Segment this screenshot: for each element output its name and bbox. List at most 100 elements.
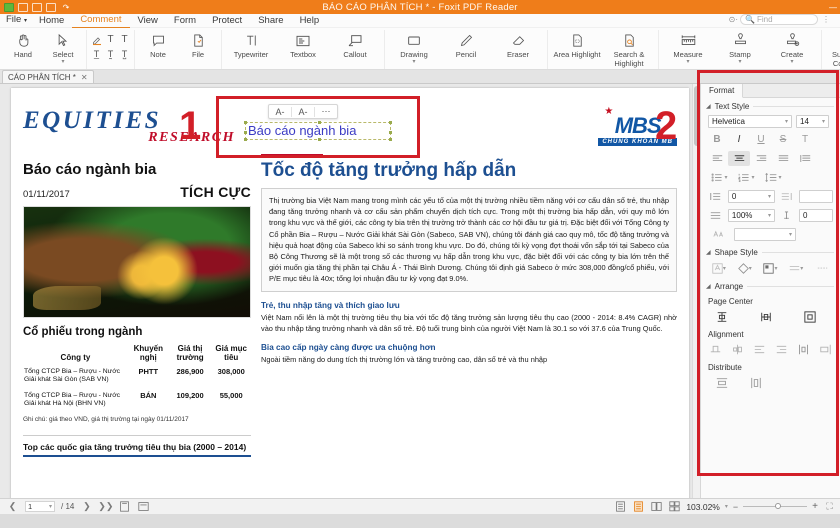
distribute-vertical-icon[interactable] — [711, 375, 733, 390]
border-color-icon[interactable]: ▾ — [732, 261, 758, 276]
italic-icon[interactable]: I — [728, 132, 750, 147]
chevron-right-icon[interactable]: ❯ — [80, 501, 93, 512]
ribbon-button-select[interactable]: Select ▾ — [43, 30, 83, 65]
chevron-down-icon[interactable]: ▾ — [725, 503, 728, 510]
highlight-icon[interactable] — [90, 33, 103, 46]
chevron-down-icon[interactable]: ▾ — [738, 59, 741, 65]
bold-icon[interactable]: B — [706, 132, 728, 147]
chevron-down-icon[interactable]: ▾ — [785, 118, 788, 125]
menu-item-form[interactable]: Form — [166, 14, 204, 28]
ribbon-button-stamp[interactable]: Stamp ▾ — [714, 30, 766, 65]
chevron-down-icon[interactable]: ▾ — [790, 59, 793, 65]
align-left-edge-icon[interactable] — [750, 342, 770, 357]
section-text-style[interactable]: ◢ Text Style — [701, 98, 840, 113]
typewriter-t-icon[interactable]: T — [104, 33, 117, 46]
ribbon-button-eraser[interactable]: Eraser — [492, 30, 544, 60]
strikethrough-icon[interactable]: S — [772, 132, 794, 147]
chevron-down-icon[interactable]: ▾ — [789, 231, 792, 238]
menu-item-comment[interactable]: Comment — [72, 13, 130, 28]
text-case-select[interactable]: ▾ — [734, 228, 796, 241]
facing-continuous-icon[interactable] — [668, 501, 681, 512]
ribbon-button-drawing[interactable]: Drawing ▾ — [388, 30, 440, 65]
opacity-icon[interactable]: ▾ — [758, 261, 784, 276]
ribbon-button-search-highlight[interactable]: Search & Highlight — [603, 30, 655, 68]
single-page-icon[interactable] — [614, 501, 627, 512]
floating-text-toolbar[interactable]: A- A- ⋯ — [268, 104, 338, 119]
facing-icon[interactable] — [650, 501, 663, 512]
section-arrange[interactable]: ◢ Arrange — [701, 278, 840, 293]
close-icon[interactable]: ✕ — [81, 73, 88, 82]
vertical-scrollbar[interactable] — [692, 84, 700, 498]
resize-handle[interactable] — [244, 138, 247, 141]
align-left-icon[interactable] — [706, 151, 728, 166]
document-tab[interactable]: CÁO PHÂN TÍCH * ✕ — [2, 70, 94, 83]
chevron-down-icon[interactable]: ▾ — [49, 503, 52, 510]
align-middle-icon[interactable] — [728, 342, 748, 357]
fit-width-icon[interactable] — [137, 501, 150, 512]
chevron-down-icon[interactable]: ▾ — [768, 212, 771, 219]
search-area[interactable]: ⊙· 🔍 Find ⋮ — [729, 14, 830, 25]
line-spacing-icon[interactable]: ▾ — [760, 170, 787, 185]
align-right-edge-icon[interactable] — [771, 342, 791, 357]
align-center-icon[interactable] — [728, 151, 750, 166]
align-vertical-icon[interactable] — [815, 342, 835, 357]
menu-item-home[interactable]: Home — [31, 14, 72, 28]
resize-handle[interactable] — [389, 138, 392, 141]
resize-handle[interactable] — [244, 121, 247, 124]
menu-item-protect[interactable]: Protect — [204, 14, 250, 28]
section-shape-style[interactable]: ◢ Shape Style — [701, 244, 840, 259]
strikeout-t-icon[interactable]: T̲ — [90, 47, 103, 60]
ribbon-button-callout[interactable]: Callout — [329, 30, 381, 60]
menu-item-help[interactable]: Help — [292, 14, 328, 28]
char-spacing-input[interactable]: 0 — [798, 209, 833, 222]
chevron-down-icon[interactable]: ▾ — [61, 59, 64, 65]
text-outline-icon[interactable]: T — [794, 132, 816, 147]
continuous-icon[interactable] — [632, 501, 645, 512]
ribbon-button-hand[interactable]: Hand — [3, 30, 43, 60]
font-family-select[interactable]: Helvetica ▾ — [708, 115, 792, 128]
chevron-down-icon[interactable]: ▾ — [686, 59, 689, 65]
document-viewport[interactable]: EQUITIES RESEARCH Báo cáo ngành bia 01/1… — [0, 84, 700, 498]
ribbon-button-area-highlight[interactable]: Area Highlight — [551, 30, 603, 60]
align-right-icon[interactable] — [750, 151, 772, 166]
underline-t-icon[interactable]: T — [118, 33, 131, 46]
squiggly-t-icon[interactable]: T̰ — [104, 47, 117, 60]
number-list-icon[interactable]: ▾ — [733, 170, 760, 185]
fill-color-icon[interactable]: ▾ — [706, 261, 732, 276]
selected-textbox-annotation[interactable]: Báo cáo ngành bia — [244, 121, 392, 141]
fullscreen-icon[interactable]: ⛶ — [823, 501, 836, 512]
distribute-horizontal-icon[interactable] — [745, 375, 767, 390]
ribbon-button-note[interactable]: Note — [138, 30, 178, 60]
bullet-list-icon[interactable]: ▾ — [706, 170, 733, 185]
ribbon-button-textbox[interactable]: Textbox — [277, 30, 329, 60]
zoom-in-button[interactable]: + — [812, 501, 818, 512]
menu-item-share[interactable]: Share — [250, 14, 291, 28]
line-style-icon[interactable] — [809, 261, 835, 276]
line-width-icon[interactable]: ▾ — [783, 261, 809, 276]
zoom-level-value[interactable]: 103.02% — [686, 502, 720, 512]
zoom-slider[interactable] — [743, 503, 808, 509]
more-options-icon[interactable]: ⋮ — [822, 15, 830, 24]
indent-input[interactable]: 0 ▾ — [727, 190, 776, 203]
chevron-down-icon[interactable]: ▾ — [768, 193, 771, 200]
scrollbar-thumb[interactable] — [694, 86, 700, 146]
chevrons-right-icon[interactable]: ❯❯ — [98, 501, 113, 512]
ribbon-button-create-stamp[interactable]: Create ▾ — [766, 30, 818, 65]
search-input[interactable]: 🔍 Find — [740, 14, 818, 25]
replace-t-icon[interactable]: T̺ — [118, 47, 131, 60]
align-indent-icon[interactable] — [794, 151, 816, 166]
menu-item-file[interactable]: File ▾ — [2, 13, 31, 28]
center-both-icon[interactable] — [799, 309, 821, 324]
resize-handle[interactable] — [244, 131, 247, 134]
scale-input[interactable]: 100% ▾ — [727, 209, 776, 222]
font-size-select[interactable]: 14 ▾ — [796, 115, 829, 128]
ribbon-button-pencil[interactable]: Pencil — [440, 30, 492, 60]
chevron-down-icon[interactable]: ▾ — [412, 59, 415, 65]
chevron-left-icon[interactable]: ❮ — [6, 501, 19, 512]
indent-right-input[interactable] — [798, 190, 833, 203]
chevron-down-icon[interactable]: ◢ — [706, 249, 711, 256]
decrease-font-size-button[interactable]: A- — [269, 107, 291, 117]
chevron-down-icon[interactable]: ◢ — [706, 103, 711, 110]
center-vertically-icon[interactable] — [711, 309, 733, 324]
increase-font-size-button[interactable]: A- — [292, 107, 314, 117]
